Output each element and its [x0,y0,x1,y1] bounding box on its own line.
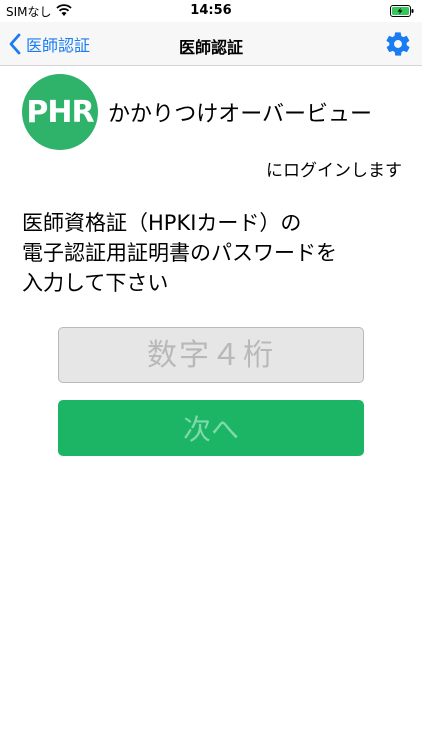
gear-icon[interactable] [384,30,412,58]
instruction-line-1: 医師資格証（HPKIカード）の [22,211,302,235]
next-button[interactable]: 次へ [58,400,364,456]
instruction-line-3: 入力して下さい [22,271,169,295]
instruction-text: 医師資格証（HPKIカード）の 電子認証用証明書のパスワードを 入力して下さい [22,208,412,298]
next-button-label: 次へ [182,413,239,446]
instruction-line-2: 電子認証用証明書のパスワードを [22,241,337,265]
pin-input[interactable] [58,327,364,383]
page-title: 医師認証 [178,38,243,57]
app-name: かかりつけオーバービュー [108,102,373,127]
login-text: にログインします [266,161,402,181]
battery-charging-icon [390,5,414,17]
status-time: 14:56 [190,3,232,18]
logo-text: PHR [26,94,94,130]
screen: SIMなし 14:56 医師認証 医師認証 PHR かかりつけオーバービュー に… [0,0,422,750]
navigation-bar: 医師認証 医師認証 [0,22,422,66]
phr-logo: PHR [22,74,98,150]
status-bar: SIMなし 14:56 [0,0,422,22]
